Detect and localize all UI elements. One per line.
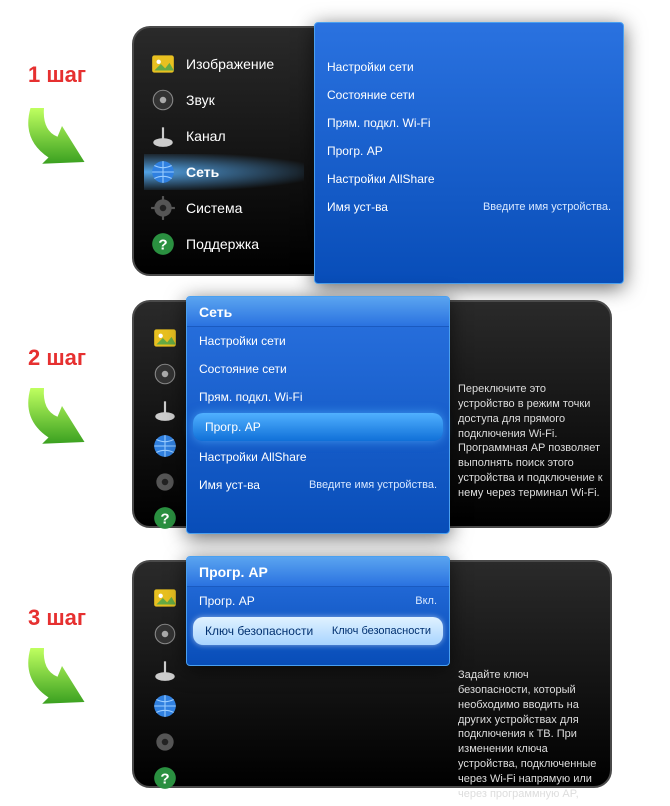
- sidebar-item-channel[interactable]: Канал: [144, 118, 304, 154]
- device-name-value: Введите имя устройства.: [309, 479, 437, 491]
- sidebar-item-system[interactable]: [144, 724, 186, 760]
- step3-label: 3 шаг: [28, 605, 86, 631]
- channel-icon: [148, 121, 178, 151]
- svg-text:?: ?: [158, 236, 167, 253]
- svg-text:?: ?: [160, 770, 169, 787]
- submenu-item-network-settings[interactable]: Настройки сети: [315, 53, 623, 81]
- softap-submenu: Прогр. AP Прогр. AP Вкл. Ключ безопаснос…: [186, 556, 450, 666]
- submenu-header: Сеть: [187, 297, 449, 327]
- submenu-header: Прогр. AP: [187, 557, 449, 587]
- sidebar-item-network[interactable]: [144, 428, 186, 464]
- support-icon: ?: [150, 503, 180, 533]
- submenu-item-security-key[interactable]: Ключ безопасности Ключ безопасности: [193, 617, 443, 645]
- description-text: Переключите это устройство в режим точки…: [458, 382, 604, 501]
- device-name-value: Введите имя устройства.: [483, 201, 611, 213]
- sidebar-item-picture[interactable]: Изображение: [144, 46, 304, 82]
- sidebar-item-sound[interactable]: [144, 616, 186, 652]
- sidebar-item-label: Канал: [186, 128, 226, 144]
- main-sidebar-collapsed: ?: [144, 320, 186, 508]
- channel-icon: [150, 395, 180, 425]
- picture-icon: [148, 49, 178, 79]
- gear-icon: [150, 727, 180, 757]
- sidebar-item-picture[interactable]: [144, 320, 186, 356]
- gear-icon: [150, 467, 180, 497]
- sidebar-item-support[interactable]: ? Поддержка: [144, 226, 304, 262]
- submenu-item-network-status[interactable]: Состояние сети: [187, 355, 449, 383]
- sidebar-item-label: Изображение: [186, 56, 274, 72]
- sidebar-item-channel[interactable]: [144, 392, 186, 428]
- submenu-item-wifi-direct[interactable]: Прям. подкл. Wi-Fi: [187, 383, 449, 411]
- sidebar-item-support[interactable]: ?: [144, 500, 186, 536]
- support-icon: ?: [150, 763, 180, 793]
- channel-icon: [150, 655, 180, 685]
- sidebar-item-network[interactable]: [144, 688, 186, 724]
- sidebar-item-sound[interactable]: [144, 356, 186, 392]
- arrow-icon: [8, 90, 98, 180]
- submenu-item-allshare[interactable]: Настройки AllShare: [315, 165, 623, 193]
- sidebar-item-network[interactable]: Сеть: [144, 154, 304, 190]
- step1-label: 1 шаг: [28, 62, 86, 88]
- sidebar-item-system[interactable]: Система: [144, 190, 304, 226]
- submenu-item-wifi-direct[interactable]: Прям. подкл. Wi-Fi: [315, 109, 623, 137]
- sidebar-item-system[interactable]: [144, 464, 186, 500]
- sidebar-item-label: Сеть: [186, 164, 219, 180]
- network-icon: [148, 157, 178, 187]
- svg-text:?: ?: [160, 510, 169, 527]
- sound-icon: [150, 359, 180, 389]
- arrow-icon: [8, 630, 98, 720]
- main-sidebar-collapsed: ?: [144, 580, 186, 768]
- network-icon: [150, 691, 180, 721]
- submenu-item-device-name[interactable]: Имя уст-ва Введите имя устройства.: [187, 471, 449, 499]
- support-icon: ?: [148, 229, 178, 259]
- panel-step1: Изображение Звук Канал Сеть Система ? По…: [132, 26, 612, 276]
- panel-step2: ? Сеть Настройки сети Состояние сети Пря…: [132, 300, 612, 528]
- sidebar-item-label: Система: [186, 200, 242, 216]
- sidebar-item-label: Звук: [186, 92, 215, 108]
- submenu-item-soft-ap-toggle[interactable]: Прогр. AP Вкл.: [187, 587, 449, 615]
- picture-icon: [150, 583, 180, 613]
- submenu-item-allshare[interactable]: Настройки AllShare: [187, 443, 449, 471]
- sound-icon: [150, 619, 180, 649]
- network-icon: [150, 431, 180, 461]
- arrow-icon: [8, 370, 98, 460]
- panel-step3: ? Прогр. AP Прогр. AP Вкл. Ключ безопасн…: [132, 560, 612, 788]
- submenu-item-soft-ap[interactable]: Прогр. AP: [315, 137, 623, 165]
- submenu-item-network-settings[interactable]: Настройки сети: [187, 327, 449, 355]
- main-sidebar: Изображение Звук Канал Сеть Система ? По…: [144, 46, 304, 256]
- sidebar-item-sound[interactable]: Звук: [144, 82, 304, 118]
- step2-label: 2 шаг: [28, 345, 86, 371]
- submenu-item-soft-ap[interactable]: Прогр. AP: [193, 413, 443, 441]
- picture-icon: [150, 323, 180, 353]
- description-text: Задайте ключ безопасности, который необх…: [458, 668, 604, 802]
- gear-icon: [148, 193, 178, 223]
- sidebar-item-support[interactable]: ?: [144, 760, 186, 796]
- sidebar-item-channel[interactable]: [144, 652, 186, 688]
- submenu-item-device-name[interactable]: Имя уст-ва Введите имя устройства.: [315, 193, 623, 221]
- sound-icon: [148, 85, 178, 115]
- network-submenu: Настройки сети Состояние сети Прям. подк…: [314, 22, 624, 284]
- network-submenu: Сеть Настройки сети Состояние сети Прям.…: [186, 296, 450, 534]
- submenu-item-network-status[interactable]: Состояние сети: [315, 81, 623, 109]
- security-key-value: Ключ безопасности: [332, 625, 431, 637]
- sidebar-item-picture[interactable]: [144, 580, 186, 616]
- soft-ap-value: Вкл.: [415, 595, 437, 607]
- sidebar-item-label: Поддержка: [186, 236, 259, 252]
